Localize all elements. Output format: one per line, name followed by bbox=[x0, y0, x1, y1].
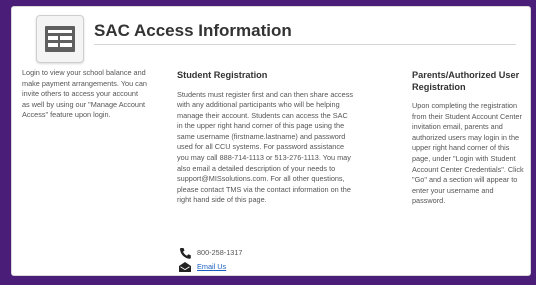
title-divider bbox=[94, 44, 516, 45]
envelope-icon bbox=[178, 260, 192, 272]
parent-registration-heading: Parents/Authorized User Registration bbox=[412, 70, 520, 92]
page-title: SAC Access Information bbox=[94, 21, 292, 40]
contact-info: 800-258-1317 Email Us bbox=[178, 245, 242, 273]
phone-icon bbox=[178, 246, 192, 259]
table-document-icon bbox=[36, 15, 84, 63]
sac-access-card: SAC Access Information Login to view you… bbox=[11, 6, 531, 276]
intro-text: Login to view your school balance and ma… bbox=[22, 68, 147, 120]
phone-row: 800-258-1317 bbox=[178, 245, 242, 259]
parent-registration-section: Parents/Authorized User Registration Upo… bbox=[412, 68, 524, 207]
parent-registration-text: Upon completing the registration from th… bbox=[412, 101, 524, 206]
student-registration-text: Students must register first and can the… bbox=[177, 89, 354, 205]
student-registration-section: Student Registration Students must regis… bbox=[177, 68, 355, 206]
student-registration-heading: Student Registration bbox=[177, 70, 268, 80]
email-row: Email Us bbox=[178, 259, 242, 273]
phone-number: 800-258-1317 bbox=[197, 247, 243, 257]
email-us-link[interactable]: Email Us bbox=[197, 262, 226, 271]
